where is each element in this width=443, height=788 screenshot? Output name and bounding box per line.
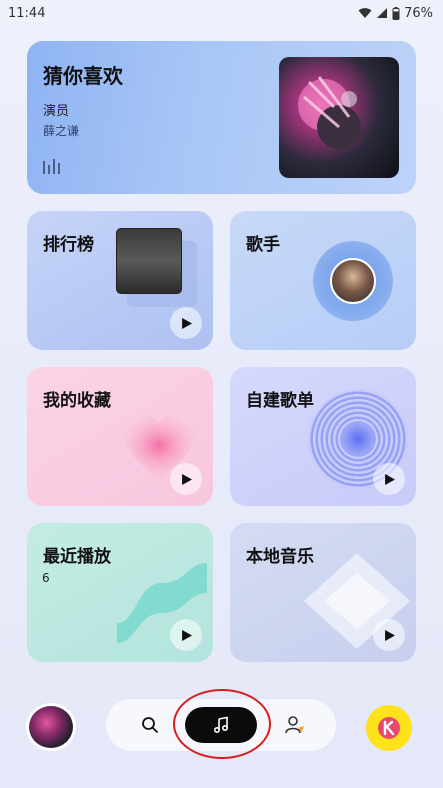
highlight-ring: [173, 689, 271, 759]
recent-title: 最近播放: [43, 547, 111, 567]
rank-title: 排行榜: [43, 235, 94, 255]
battery-icon: [392, 6, 400, 20]
local-music-card[interactable]: 本地音乐: [230, 523, 416, 662]
profile-icon[interactable]: [284, 714, 306, 736]
recent-card[interactable]: 最近播放 6: [27, 523, 213, 662]
song-title: 演员: [43, 104, 70, 119]
play-icon: [181, 473, 192, 485]
playlist-play-button[interactable]: [373, 463, 405, 495]
favorites-play-button[interactable]: [170, 463, 202, 495]
rank-play-button[interactable]: [170, 307, 202, 339]
playlist-card[interactable]: 自建歌单: [230, 367, 416, 506]
recommend-title: 猜你喜欢: [43, 64, 123, 88]
play-icon: [384, 473, 395, 485]
recent-count: 6: [42, 571, 50, 585]
status-time: 11:44: [8, 5, 46, 21]
rank-album-cover: [116, 228, 182, 294]
play-icon: [181, 629, 192, 641]
favorites-card[interactable]: 我的收藏: [27, 367, 213, 506]
singer-avatar: [330, 258, 376, 304]
k-song-button[interactable]: [366, 705, 412, 751]
recent-play-button[interactable]: [170, 619, 202, 651]
playlist-title: 自建歌单: [246, 391, 314, 411]
search-icon[interactable]: [141, 716, 159, 734]
play-icon: [181, 317, 192, 329]
status-bar: 11:44 76%: [0, 0, 443, 26]
rank-card[interactable]: 排行榜: [27, 211, 213, 350]
wifi-icon: [358, 8, 372, 18]
artist-name: 薛之谦: [43, 124, 80, 138]
status-icons: 76%: [358, 6, 433, 21]
k-logo-icon: [378, 717, 400, 739]
recommend-card[interactable]: 猜你喜欢 演员 薛之谦: [27, 41, 416, 194]
album-cover[interactable]: [279, 57, 399, 178]
equalizer-icon: [43, 159, 60, 174]
battery-percent: 76%: [404, 5, 433, 21]
local-play-button[interactable]: [373, 619, 405, 651]
ripple-core: [340, 421, 376, 457]
singer-title: 歌手: [246, 235, 280, 255]
singer-card[interactable]: 歌手: [230, 211, 416, 350]
now-playing-avatar[interactable]: [26, 703, 76, 751]
favorites-title: 我的收藏: [43, 391, 111, 411]
signal-icon: [377, 8, 388, 18]
play-icon: [384, 629, 395, 641]
